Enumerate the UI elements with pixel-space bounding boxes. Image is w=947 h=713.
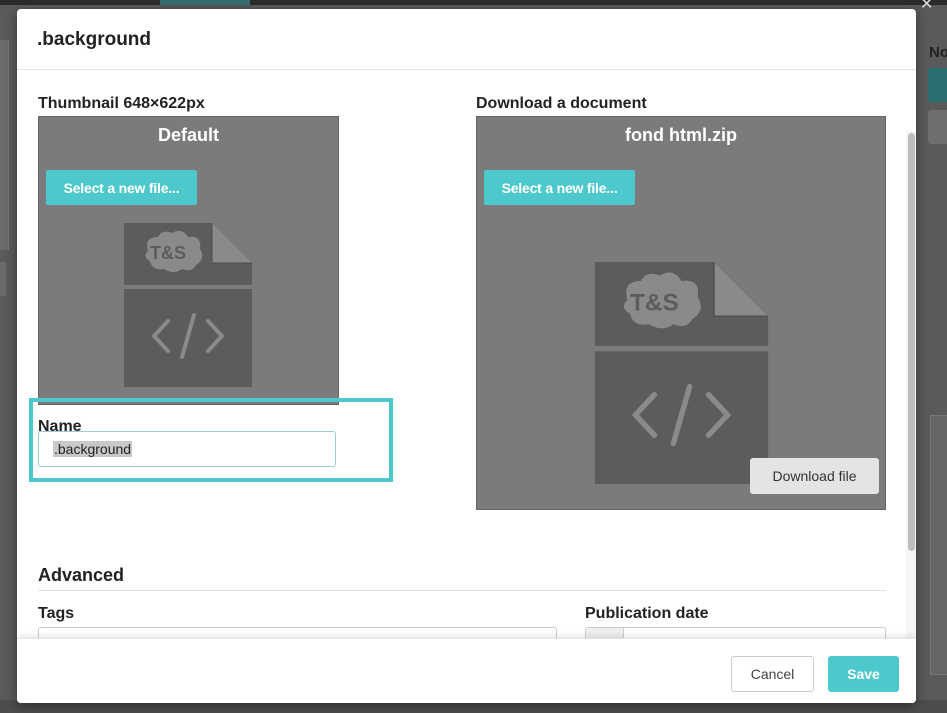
publication-date-label: Publication date <box>585 605 709 622</box>
template-html-file-icon: T&S <box>124 223 252 387</box>
modal-title: .background <box>37 29 152 50</box>
document-label: Download a document <box>476 95 647 112</box>
background-left-panel <box>0 40 9 250</box>
background-left-button <box>0 262 6 296</box>
publication-date-input[interactable]: × <box>585 627 886 638</box>
document-box-title: fond html.zip <box>625 125 737 145</box>
background-add-button <box>928 68 947 102</box>
close-icon[interactable]: ✕ <box>920 0 933 14</box>
calendar-icon[interactable] <box>586 628 624 638</box>
thumbnail-logo-text: T&S <box>150 243 186 263</box>
download-file-button[interactable]: Download file <box>750 458 879 494</box>
save-button[interactable]: Save <box>828 656 899 692</box>
thumbnail-label: Thumbnail 648×622px <box>38 95 205 112</box>
advanced-section-title: Advanced <box>38 565 125 585</box>
modal-scrollbar[interactable] <box>906 131 916 638</box>
background-folder-button <box>928 110 947 144</box>
edit-file-modal: .background Thumbnail 648×622px Default … <box>17 9 916 703</box>
thumbnail-select-file-button[interactable]: Select a new file... <box>46 170 197 205</box>
scrollbar-thumb[interactable] <box>908 133 915 551</box>
template-html-file-icon: T&S <box>594 262 769 484</box>
cancel-button[interactable]: Cancel <box>731 656 814 692</box>
tags-input[interactable]: hide_thumbs <box>38 627 557 638</box>
document-select-file-button[interactable]: Select a new file... <box>484 170 635 205</box>
background-topbar-tab <box>160 0 250 5</box>
advanced-divider <box>38 590 886 591</box>
modal-body: Thumbnail 648×622px Default Select a new… <box>17 70 916 638</box>
thumbnail-box-title: Default <box>157 125 219 145</box>
background-right-panel <box>930 415 947 675</box>
name-input-value: .background <box>53 441 133 457</box>
background-topbar <box>0 0 947 5</box>
name-input[interactable]: .background <box>38 431 336 467</box>
document-logo-text: T&S <box>630 290 679 317</box>
background-right-label: No <box>929 44 947 61</box>
modal-footer: Cancel Save <box>17 638 916 703</box>
document-preview: fond html.zip Select a new file... T&S <box>476 116 886 510</box>
modal-header: .background <box>17 9 916 70</box>
thumbnail-preview: Default Select a new file... T&S <box>38 116 339 405</box>
tags-label: Tags <box>38 605 75 622</box>
